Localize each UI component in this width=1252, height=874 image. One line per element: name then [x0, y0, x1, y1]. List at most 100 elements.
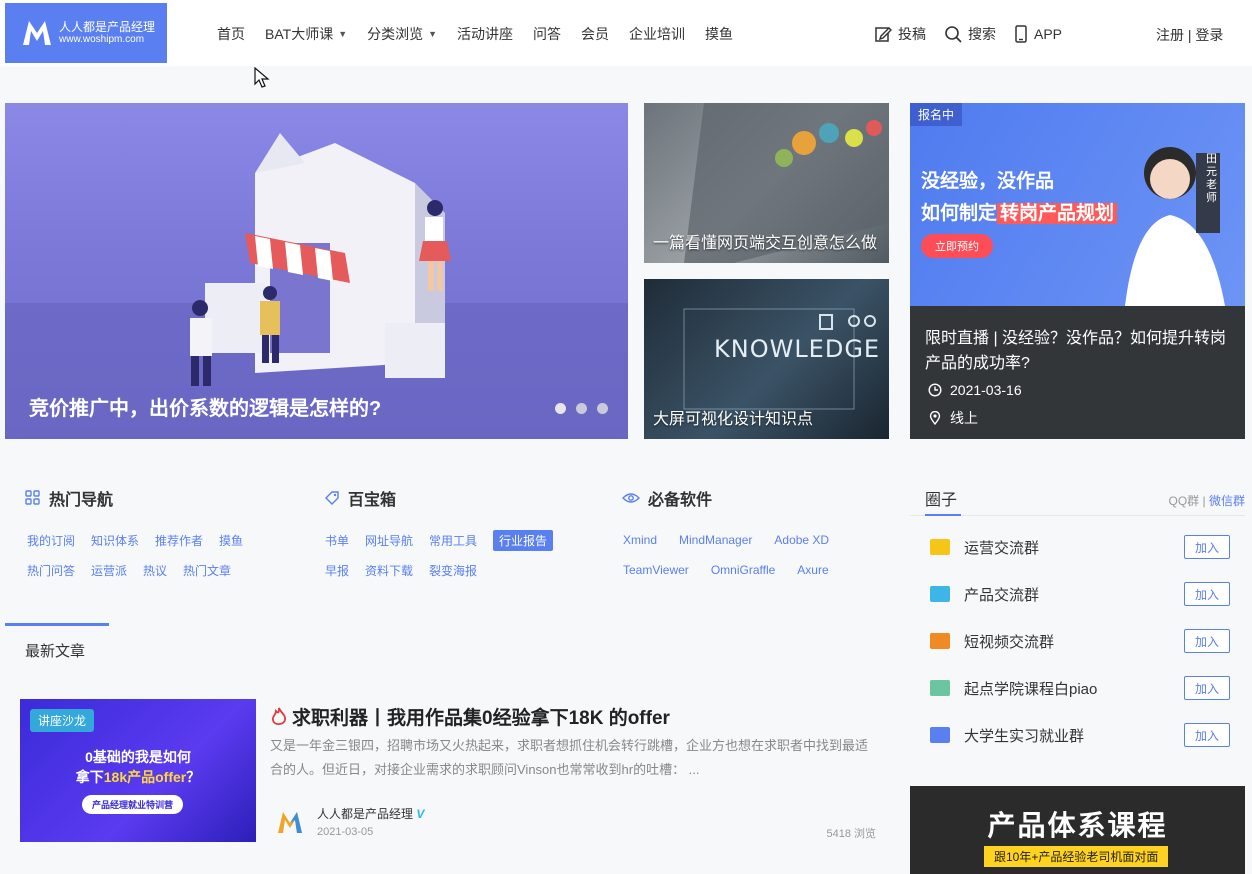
promo-place: 线上	[928, 408, 978, 428]
search-icon	[945, 26, 962, 43]
logo-mark-icon	[21, 17, 53, 49]
article-author[interactable]: 人人都是产品经理 V 2021-03-05	[275, 805, 424, 838]
link-adobe-xd[interactable]: Adobe XD	[774, 533, 829, 547]
promo-banner: 报名中 田元老师 没经验，没作品 如何制定 转岗产品规划 立即预约	[910, 103, 1245, 306]
link-discussion[interactable]: 热议	[143, 562, 167, 579]
join-button[interactable]: 加入	[1184, 629, 1230, 653]
software-title: 必备软件	[648, 492, 713, 509]
link-mindmanager[interactable]: MindManager	[679, 533, 752, 547]
feature-card-interaction[interactable]: 一篇看懂网页端交互创意怎么做	[644, 103, 889, 263]
grid-icon	[25, 490, 40, 505]
thumb-line-2-highlight: 18k产品offer	[103, 769, 187, 785]
phone-icon	[1015, 25, 1027, 43]
link-morning-news[interactable]: 早报	[325, 562, 349, 579]
group-tab-separator: |	[1199, 494, 1209, 508]
header-tools: 投稿 搜索 APP	[874, 24, 1062, 44]
nav-item-browse[interactable]: 分类浏览 ▼	[367, 24, 437, 44]
article-item: 讲座沙龙 0基础的我是如何 拿下18k产品offer？ 产品经理就业特训营 求职…	[20, 699, 880, 842]
thumb-pill: 产品经理就业特训营	[82, 795, 184, 814]
join-button[interactable]: 加入	[1184, 535, 1230, 559]
article-tag: 讲座沙龙	[30, 709, 95, 732]
link-omnigraffle[interactable]: OmniGraffle	[711, 563, 775, 577]
article-title[interactable]: 求职利器丨我用作品集0经验拿下18K 的offer	[270, 703, 670, 730]
link-downloads[interactable]: 资料下载	[365, 562, 413, 579]
link-hot-qa[interactable]: 热门问答	[27, 562, 75, 579]
group-name: 大学生实习就业群	[964, 727, 1085, 745]
nav-item-member[interactable]: 会员	[581, 24, 609, 44]
link-book-list[interactable]: 书单	[325, 532, 349, 549]
article-title-text: 求职利器丨我用作品集0经验拿下18K 的offer	[292, 708, 670, 729]
promo-headline-2-prefix: 如何制定	[921, 203, 998, 224]
promo-card[interactable]: 报名中 田元老师 没经验，没作品 如何制定 转岗产品规划 立即预约 限时直播 | …	[910, 103, 1245, 439]
join-button[interactable]: 加入	[1184, 676, 1230, 700]
thumb-line-2-suffix: ？	[186, 769, 201, 785]
article-thumbnail[interactable]: 讲座沙龙 0基础的我是如何 拿下18k产品offer？ 产品经理就业特训营	[20, 699, 256, 842]
link-xmind[interactable]: Xmind	[623, 533, 657, 547]
reserve-button[interactable]: 立即预约	[921, 234, 993, 258]
article-description: 又是一年金三银四，招聘市场又火热起来，求职者想抓住机会转行跳槽，企业方也想在求职…	[270, 738, 869, 777]
hero-title[interactable]: 竞价推广中，出价系数的逻辑是怎样的?	[29, 392, 381, 421]
author-name-text: 人人都是产品经理	[317, 807, 414, 821]
promo-title[interactable]: 限时直播 | 没经验？没作品？如何提升转岗产品的成功率?	[925, 326, 1237, 376]
qq-group-tab[interactable]: QQ群	[1169, 494, 1200, 508]
link-site-nav[interactable]: 网址导航	[365, 532, 413, 549]
link-my-subscriptions[interactable]: 我的订阅	[27, 532, 75, 549]
nav-item-bat[interactable]: BAT大师课 ▼	[265, 24, 347, 44]
article-views: 5418 浏览	[826, 828, 876, 840]
thumb-line-2-prefix: 拿下	[75, 769, 104, 785]
treasure-title: 百宝箱	[348, 492, 397, 509]
knowledge-image-text: KNOWLEDGE	[714, 335, 881, 363]
wechat-group-tab[interactable]: 微信群	[1209, 494, 1245, 508]
join-button[interactable]: 加入	[1184, 723, 1230, 747]
link-axure[interactable]: Axure	[797, 563, 828, 577]
chevron-down-icon: ▼	[428, 29, 438, 39]
carousel-dot-2[interactable]	[576, 403, 587, 414]
feature-card-visualization[interactable]: KNOWLEDGE 大屏可视化设计知识点	[644, 279, 889, 439]
link-industry-reports[interactable]: 行业报告	[493, 529, 554, 551]
edit-icon	[875, 27, 892, 42]
sidebar-head: 圈子 QQ群 | 微信群	[910, 470, 1245, 516]
sidebar-groups: 圈子 QQ群 | 微信群	[910, 470, 1245, 516]
course-title: 产品体系课程	[987, 810, 1168, 841]
nav-item-home[interactable]: 首页	[217, 24, 245, 44]
chevron-down-icon: ▼	[338, 29, 348, 39]
link-operations[interactable]: 运营派	[91, 562, 127, 579]
link-hot-articles[interactable]: 热门文章	[183, 562, 231, 579]
tag-icon	[325, 491, 339, 505]
carousel-dot-3[interactable]	[597, 403, 608, 414]
mouse-cursor-icon	[254, 67, 270, 88]
chat-bubble-icon	[930, 539, 950, 555]
submit-label: 投稿	[897, 26, 926, 42]
app-button[interactable]: APP	[1014, 24, 1062, 44]
link-knowledge-system[interactable]: 知识体系	[91, 532, 139, 549]
join-button[interactable]: 加入	[1184, 582, 1230, 606]
carousel-dot-1[interactable]	[555, 403, 566, 414]
tab-latest-articles[interactable]: 最新文章	[25, 640, 85, 661]
nav-item-qa[interactable]: 问答	[533, 24, 561, 44]
promo-headline-2: 如何制定 转岗产品规划	[921, 198, 1118, 225]
clock-icon	[928, 383, 942, 397]
group-name: 短视频交流群	[964, 633, 1055, 651]
nav-item-moyu[interactable]: 摸鱼	[705, 24, 733, 44]
link-common-tools[interactable]: 常用工具	[429, 532, 477, 549]
software-heading: 必备软件	[622, 486, 712, 510]
sidebar-title: 圈子	[925, 492, 958, 509]
link-moyu[interactable]: 摸鱼	[219, 532, 243, 549]
eye-icon	[622, 493, 640, 503]
logo[interactable]: 人人都是产品经理 www.woshipm.com	[5, 3, 167, 63]
promo-date: 2021-03-16	[928, 382, 1022, 398]
nav-item-training[interactable]: 企业培训	[629, 24, 685, 44]
group-item: 短视频交流群 加入	[930, 626, 1230, 656]
register-login-link[interactable]: 注册 | 登录	[1156, 25, 1223, 45]
nav-item-events[interactable]: 活动讲座	[457, 24, 513, 44]
course-banner[interactable]: 产品体系课程 跟10年+产品经验老司机面对面	[910, 786, 1245, 874]
link-posters[interactable]: 裂变海报	[429, 562, 477, 579]
submit-button[interactable]: 投稿	[874, 24, 926, 44]
link-recommended-authors[interactable]: 推荐作者	[155, 532, 203, 549]
header: 人人都是产品经理 www.woshipm.com 首页 BAT大师课 ▼ 分类浏览…	[0, 0, 1252, 66]
link-teamviewer[interactable]: TeamViewer	[623, 563, 689, 577]
feature-card-caption: 大屏可视化设计知识点	[653, 411, 814, 428]
group-item: 产品交流群 加入	[930, 579, 1230, 609]
hero-carousel[interactable]: 竞价推广中，出价系数的逻辑是怎样的?	[5, 103, 628, 439]
search-button[interactable]: 搜索	[944, 24, 996, 44]
